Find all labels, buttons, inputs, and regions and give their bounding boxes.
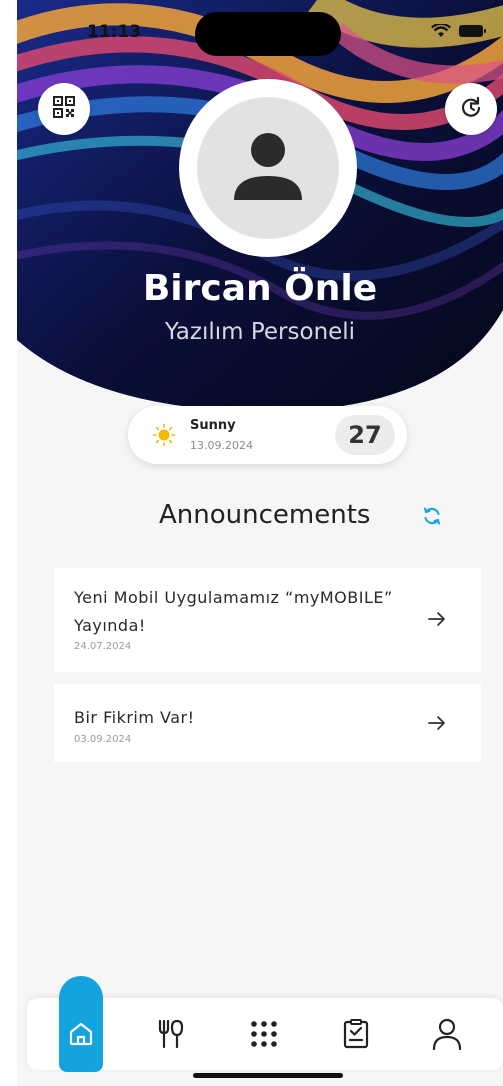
announcement-card[interactable]: Bir Fikrim Var! 03.09.2024 [54, 684, 481, 762]
tab-tasks[interactable] [336, 1016, 376, 1056]
weather-condition: Sunny [190, 418, 236, 433]
profile-icon [432, 1018, 462, 1054]
announcement-date: 03.09.2024 [74, 734, 132, 745]
person-icon [228, 126, 308, 210]
status-icons [431, 24, 487, 38]
refresh-icon[interactable] [422, 506, 442, 530]
profile-title: Yazılım Personeli [164, 319, 356, 345]
qr-code-icon [53, 96, 75, 122]
battery-icon [459, 24, 487, 38]
announcement-title: Yeni Mobil Uygulamamız “myMOBILE” Yayınd… [74, 588, 393, 635]
weather-date: 13.09.2024 [190, 439, 253, 452]
status-time: 11:13 [87, 22, 142, 42]
home-indicator [193, 1073, 343, 1078]
checklist-icon [343, 1019, 369, 1053]
announcement-date: 24.07.2024 [74, 641, 132, 652]
tab-restaurant[interactable] [151, 1016, 191, 1056]
avatar-placeholder [197, 97, 339, 239]
temperature-badge: 27 [335, 415, 395, 455]
sun-icon [152, 423, 176, 451]
app-screen: 11:13 Bircan Önle Yazılım Personeli Sunn… [17, 0, 503, 1086]
bottom-tab-bar [27, 976, 503, 1072]
home-icon [68, 1021, 94, 1051]
announcement-title: Bir Fikrim Var! [74, 708, 195, 727]
wifi-icon [431, 24, 451, 38]
apps-grid-icon [250, 1020, 278, 1052]
dynamic-island [195, 12, 341, 56]
qr-code-button[interactable] [38, 83, 90, 135]
tab-apps[interactable] [244, 1016, 284, 1056]
restaurant-icon [157, 1019, 185, 1053]
history-button[interactable] [445, 83, 497, 135]
arrow-right-icon[interactable] [426, 608, 448, 634]
announcements-heading: Announcements [159, 500, 371, 530]
arrow-right-icon[interactable] [426, 712, 448, 738]
tab-home[interactable] [61, 1016, 101, 1056]
announcement-card[interactable]: Yeni Mobil Uygulamamız “myMOBILE” Yayınd… [54, 568, 481, 672]
tab-profile[interactable] [427, 1016, 467, 1056]
profile-name: Bircan Önle [142, 268, 378, 309]
history-icon [460, 96, 482, 122]
avatar[interactable] [179, 79, 357, 257]
weather-widget: Sunny 13.09.2024 27 [128, 406, 407, 464]
